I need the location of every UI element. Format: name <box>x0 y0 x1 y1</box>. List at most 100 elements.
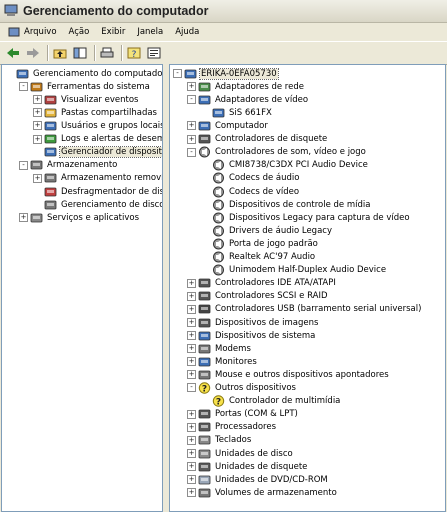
device-tree-item[interactable]: Controladores de disquete <box>198 133 328 146</box>
expand-toggle[interactable]: + <box>33 134 42 144</box>
device-tree-item[interactable]: Monitores <box>198 355 258 368</box>
expand-toggle[interactable]: + <box>187 475 196 485</box>
collapse-toggle[interactable]: - <box>187 95 196 105</box>
collapse-toggle[interactable]: - <box>173 69 182 78</box>
toolbar-separator <box>121 45 122 61</box>
forward-button[interactable] <box>24 44 42 62</box>
device-tree-item[interactable]: ERIKA-0EFA05730 <box>184 67 279 80</box>
expand-toggle[interactable]: + <box>187 357 196 367</box>
device-tree-item[interactable]: Controladores SCSI e RAID <box>198 290 329 303</box>
port-icon <box>198 409 211 419</box>
expand-toggle[interactable]: + <box>187 462 196 471</box>
collapse-toggle[interactable]: - <box>19 82 28 92</box>
network-adapter-icon <box>198 82 211 92</box>
expand-toggle[interactable]: + <box>19 213 28 223</box>
menu-janela[interactable]: Janela <box>131 24 169 40</box>
console-tree-item[interactable]: Usuários e grupos locais <box>44 119 162 132</box>
expand-toggle[interactable]: + <box>33 173 42 183</box>
back-button[interactable] <box>4 44 22 62</box>
device-tree-item[interactable]: Unidades de DVD/CD-ROM <box>198 473 329 486</box>
device-tree-item[interactable]: Unimodem Half-Duplex Audio Device <box>212 264 387 277</box>
properties-button[interactable] <box>145 44 163 62</box>
expand-toggle[interactable]: + <box>33 121 42 131</box>
device-tree-item[interactable]: ? Outros dispositivos <box>198 381 297 394</box>
console-tree-item-label: Gerenciamento de disco <box>61 199 163 210</box>
device-tree-item[interactable]: Processadores <box>198 421 277 434</box>
console-tree-item[interactable]: Gerenciamento do computador (local <box>16 67 162 80</box>
device-tree-item[interactable]: CMI8738/C3DX PCI Audio Device <box>212 159 369 172</box>
expand-toggle[interactable]: + <box>187 291 196 301</box>
sound-icon <box>213 225 224 237</box>
help-button[interactable]: ? <box>125 44 143 62</box>
device-tree-item[interactable]: Dispositivos de sistema <box>198 329 316 342</box>
mmc-system-menu-icon[interactable] <box>8 26 20 38</box>
menu-exibir[interactable]: Exibir <box>95 24 131 40</box>
expand-toggle[interactable]: + <box>187 435 196 445</box>
up-one-level-button[interactable] <box>51 44 69 62</box>
sound-icon <box>213 251 224 263</box>
expand-toggle[interactable]: + <box>187 422 196 432</box>
collapse-toggle[interactable]: - <box>187 147 196 157</box>
device-tree-item[interactable]: Controladores IDE ATA/ATAPI <box>198 277 337 290</box>
device-tree-item[interactable]: Teclados <box>198 434 252 447</box>
show-hide-tree-button[interactable] <box>71 44 89 62</box>
device-tree-item[interactable]: Controladores de som, vídeo e jogo <box>198 146 367 159</box>
device-tree-item[interactable]: Mouse e outros dispositivos apontadores <box>198 368 390 381</box>
console-tree-item[interactable]: Pastas compartilhadas <box>44 106 158 119</box>
menu-acao-label: Ação <box>68 27 90 37</box>
device-tree-item[interactable]: Modems <box>198 342 252 355</box>
ide-controller-icon <box>198 278 211 288</box>
expand-toggle[interactable]: + <box>187 304 196 314</box>
expand-toggle[interactable]: + <box>187 121 196 131</box>
device-tree-item[interactable]: Portas (COM & LPT) <box>198 408 299 421</box>
device-tree-item[interactable]: Realtek AC'97 Audio <box>212 250 316 263</box>
device-tree-item[interactable]: Dispositivos de controle de mídia <box>212 198 371 211</box>
device-tree-item[interactable]: Volumes de armazenamento <box>198 486 338 499</box>
device-tree-item[interactable]: Drivers de áudio Legacy <box>212 224 333 237</box>
expand-toggle[interactable]: + <box>187 278 196 288</box>
device-manager-pane[interactable]: - ERIKA-0EFA05730 + Adaptadores de rede - Ada… <box>169 64 446 512</box>
device-tree-item[interactable]: Codecs de áudio <box>212 172 300 185</box>
console-tree-item[interactable]: Armazenamento <box>30 159 118 172</box>
console-tree-item[interactable]: Logs e alertas de desempent <box>44 133 162 146</box>
expand-toggle[interactable]: + <box>187 448 196 458</box>
device-tree-item[interactable]: Unidades de disquete <box>198 460 308 473</box>
device-tree-item[interactable]: Codecs de vídeo <box>212 185 300 198</box>
expand-toggle[interactable]: + <box>33 108 42 118</box>
menu-acao[interactable]: Ação <box>63 24 96 40</box>
device-tree-item[interactable]: Adaptadores de rede <box>198 80 305 93</box>
device-tree-item[interactable]: Porta de jogo padrão <box>212 237 319 250</box>
expand-toggle[interactable]: + <box>187 82 196 92</box>
expand-toggle[interactable]: + <box>187 488 196 498</box>
sound-icon <box>199 146 210 158</box>
collapse-toggle[interactable]: - <box>19 160 28 170</box>
console-tree-item[interactable]: Gerenciador de dispositivos <box>44 146 162 159</box>
console-tree-pane[interactable]: Gerenciamento do computador (local-Ferra… <box>1 64 163 512</box>
expand-toggle[interactable]: + <box>187 317 196 327</box>
console-tree-item[interactable]: Armazenamento removível <box>44 172 162 185</box>
console-tree-item[interactable]: Serviços e aplicativos <box>30 211 140 224</box>
expand-toggle[interactable]: + <box>187 331 196 340</box>
expand-toggle[interactable]: + <box>33 95 42 105</box>
device-tree-item[interactable]: ? Controlador de multimídia <box>212 395 341 408</box>
menu-ajuda[interactable]: Ajuda <box>169 24 205 40</box>
device-tree-item[interactable]: Adaptadores de vídeo <box>198 93 309 106</box>
device-tree-item[interactable]: Controladores USB (barramento serial uni… <box>198 303 422 316</box>
console-tree-item[interactable]: Gerenciamento de disco <box>44 198 163 211</box>
device-tree-item[interactable]: Unidades de disco <box>198 447 294 460</box>
expand-toggle[interactable]: + <box>187 344 196 354</box>
print-button[interactable] <box>98 44 116 62</box>
console-tree-item[interactable]: Ferramentas do sistema <box>30 80 151 93</box>
svg-text:?: ? <box>216 398 221 408</box>
collapse-toggle[interactable]: - <box>187 383 196 393</box>
device-tree-item[interactable]: Computador <box>198 119 269 132</box>
console-tree-item[interactable]: Desfragmentador de disco <box>44 185 162 198</box>
expand-toggle[interactable]: + <box>187 134 196 144</box>
device-tree-item[interactable]: SiS 661FX <box>212 106 273 119</box>
device-tree-item[interactable]: Dispositivos Legacy para captura de víde… <box>212 211 411 224</box>
menu-arquivo[interactable]: Arquivo <box>2 24 63 40</box>
expand-toggle[interactable]: + <box>187 370 196 380</box>
device-tree-item[interactable]: Dispositivos de imagens <box>198 316 319 329</box>
expand-toggle[interactable]: + <box>187 409 196 419</box>
console-tree-item[interactable]: Visualizar eventos <box>44 93 139 106</box>
